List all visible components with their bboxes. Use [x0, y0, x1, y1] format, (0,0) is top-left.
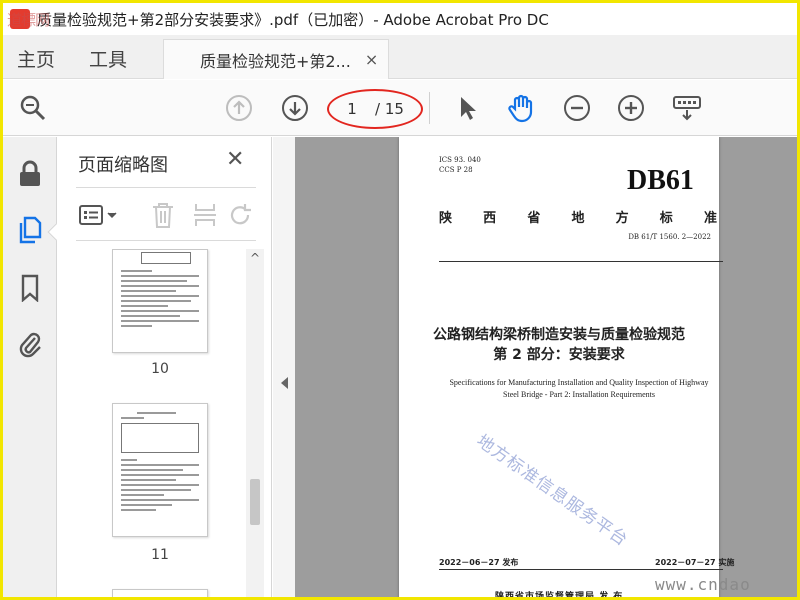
issue-date: 2022－06－27 发布 — [439, 558, 519, 567]
document-tab[interactable]: 质量检验规范+第2... × — [163, 39, 389, 79]
thumbnail-panel: 页面缩略图 ✕ 10 11 ^ — [58, 137, 272, 597]
province-char: 准 — [703, 211, 719, 226]
page-watermark: 地方标准信息服务平台 — [472, 431, 632, 551]
site-watermark: www.cndao — [655, 575, 751, 594]
toolbar-divider — [429, 92, 430, 124]
footer-rule — [439, 569, 723, 570]
province-standard: 陕 西 省 地 方 标 准 — [439, 207, 719, 226]
page-thumbnail[interactable] — [112, 589, 208, 597]
thumbnail-scrollbar[interactable]: ^ — [246, 249, 264, 597]
thumbnail-list: 10 11 — [58, 249, 248, 597]
next-page-icon[interactable] — [279, 92, 311, 124]
standard-number: DB 61/T 1560. 2—2022 — [628, 233, 711, 241]
menu-tools[interactable]: 工具 — [89, 45, 127, 72]
collapse-arrow-icon[interactable] — [281, 377, 288, 389]
logo-watermark: 道標网 — [7, 11, 50, 29]
app-logo: 道標网 — [5, 7, 50, 31]
english-line-1: Specifications for Manufacturing Install… — [449, 378, 709, 387]
delete-page-icon[interactable] — [146, 198, 180, 232]
thumbnail-label: 11 — [151, 547, 169, 563]
pdf-page: ICS 93. 040 CCS P 28 DB61 陕 西 省 地 方 标 准 … — [399, 137, 734, 600]
lock-icon[interactable] — [15, 159, 45, 189]
panel-title: 页面缩略图 — [78, 155, 168, 176]
province-char: 西 — [483, 211, 499, 226]
left-nav — [3, 137, 65, 597]
issuer: 陕西省市场监督管理局 发 布 — [495, 592, 624, 600]
province-char: 标 — [659, 211, 675, 226]
select-cursor-icon[interactable] — [451, 92, 483, 124]
thumbnail-options-icon[interactable] — [76, 198, 122, 232]
scroll-up-icon[interactable]: ^ — [246, 249, 264, 267]
zoom-search-icon[interactable] — [17, 92, 49, 124]
window-frame: 道標网 质量检验规范+第2部分安装要求》.pdf（已加密）- Adobe Acr… — [0, 0, 800, 600]
english-line-2: Steel Bridge - Part 2: Installation Requ… — [503, 390, 655, 399]
page-thumbnail[interactable] — [112, 249, 208, 353]
title-line-1: 公路钢结构梁桥制造安装与质量检验规范 — [433, 327, 685, 343]
keyboard-tools-icon[interactable] — [671, 92, 703, 124]
prev-page-icon[interactable] — [223, 92, 255, 124]
rotate-page-icon[interactable] — [226, 198, 256, 232]
thumbnail-label: 10 — [151, 361, 169, 377]
document-tab-label: 质量检验规范+第2... — [200, 51, 351, 71]
header-rule — [439, 261, 723, 262]
panel-close-icon[interactable]: ✕ — [226, 147, 244, 172]
page-total: / 15 — [375, 100, 404, 118]
menu-home[interactable]: 主页 — [17, 45, 55, 72]
zoom-in-icon[interactable] — [615, 92, 647, 124]
attachment-icon[interactable] — [15, 329, 45, 359]
ics-code: ICS 93. 040 — [439, 156, 481, 164]
current-page-input[interactable] — [333, 100, 371, 118]
province-char: 省 — [527, 211, 543, 226]
thumbnail-table — [141, 252, 191, 264]
thumbnail-toolbar — [76, 187, 256, 241]
zoom-out-icon[interactable] — [561, 92, 593, 124]
title-line-2: 第 2 部分：安装要求 — [493, 347, 625, 363]
english-title: Specifications for Manufacturing Install… — [429, 377, 729, 401]
document-view[interactable]: ICS 93. 040 CCS P 28 DB61 陕 西 省 地 方 标 准 … — [295, 137, 797, 600]
extract-page-icon[interactable] — [188, 198, 222, 232]
province-char: 地 — [571, 211, 587, 226]
effective-date: 2022－07－27 实施 — [655, 558, 735, 567]
toolbar: / 15 — [3, 80, 797, 136]
ccs-code: CCS P 28 — [439, 166, 473, 174]
title-bar: 道標网 质量检验规范+第2部分安装要求》.pdf（已加密）- Adobe Acr… — [3, 3, 797, 35]
bookmark-icon[interactable] — [15, 273, 45, 303]
page-thumbnail[interactable] — [112, 403, 208, 537]
province-char: 陕 — [439, 211, 455, 226]
document-title: 公路钢结构梁桥制造安装与质量检验规范 第 2 部分：安装要求 — [399, 325, 719, 365]
scrollbar-thumb[interactable] — [250, 479, 260, 525]
standard-code: DB61 — [627, 165, 694, 196]
pages-icon[interactable] — [15, 215, 45, 245]
page-navigator: / 15 — [333, 96, 419, 122]
window-title: 质量检验规范+第2部分安装要求》.pdf（已加密）- Adobe Acrobat… — [37, 10, 549, 29]
page-ics: ICS 93. 040 CCS P 28 — [439, 155, 481, 175]
panel-collapse-strip — [273, 137, 295, 597]
menu-bar: 主页 工具 质量检验规范+第2... × — [3, 35, 797, 79]
hand-pan-icon[interactable] — [505, 92, 537, 124]
thumbnail-table — [121, 423, 199, 453]
tab-close-icon[interactable]: × — [365, 50, 378, 69]
province-char: 方 — [615, 211, 631, 226]
